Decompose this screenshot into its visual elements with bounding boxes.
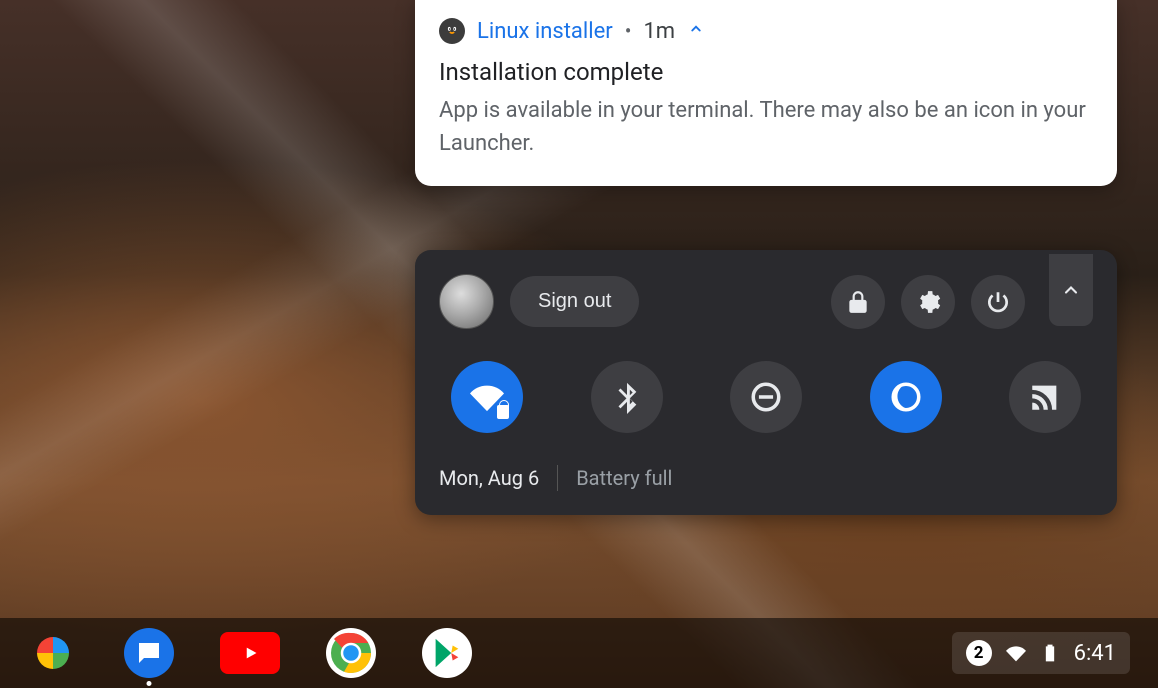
wifi-icon [1006,643,1026,663]
night-light-toggle[interactable] [870,361,942,433]
shelf-apps [28,628,472,678]
quick-settings-status: Mon, Aug 6 Battery full [415,453,1117,515]
cast-icon [1028,380,1062,414]
app-photos[interactable] [28,628,78,678]
shelf: 2 6:41 [0,618,1158,688]
battery-status-label: Battery full [576,466,672,490]
notification-body: App is available in your terminal. There… [439,94,1093,160]
clock-time: 6:41 [1074,641,1116,666]
notification-title: Installation complete [439,58,1093,86]
notification-card[interactable]: Linux installer • 1m Installation comple… [415,0,1117,186]
notification-header: Linux installer • 1m [439,18,1093,44]
status-tray[interactable]: 2 6:41 [952,632,1130,674]
notification-count-badge: 2 [966,640,992,666]
expand-handle[interactable] [1049,254,1093,326]
notification-app-name: Linux installer [477,19,613,44]
cast-toggle[interactable] [1009,361,1081,433]
app-messages[interactable] [124,628,174,678]
separator [557,465,558,491]
chrome-icon [327,629,375,677]
gear-icon [915,289,941,315]
quick-settings-top-row: Sign out [415,250,1117,341]
user-avatar[interactable] [439,274,494,329]
messages-icon [134,638,164,668]
do-not-disturb-icon [749,380,783,414]
chevron-up-icon [1061,280,1081,300]
chevron-up-icon[interactable] [687,20,705,42]
date-label: Mon, Aug 6 [439,466,539,490]
app-youtube[interactable] [220,632,280,674]
bluetooth-toggle[interactable] [591,361,663,433]
settings-button[interactable] [901,275,955,329]
youtube-icon [237,640,263,666]
power-icon [985,289,1011,315]
battery-charging-icon [1040,643,1060,663]
bluetooth-icon [610,380,644,414]
play-store-icon [430,636,464,670]
moon-icon [889,380,923,414]
lock-button[interactable] [831,275,885,329]
quick-settings-toggles [415,341,1117,453]
running-indicator [147,681,152,686]
photos-icon [29,629,77,677]
do-not-disturb-toggle[interactable] [730,361,802,433]
separator-dot: • [625,19,632,43]
sign-out-button[interactable]: Sign out [510,276,639,327]
app-chrome[interactable] [326,628,376,678]
quick-settings-panel: Sign out Mon, Aug [415,250,1117,515]
power-button[interactable] [971,275,1025,329]
wifi-secure-lock-icon [497,405,509,419]
lock-icon [845,289,871,315]
wifi-toggle[interactable] [451,361,523,433]
notification-time: 1m [643,19,675,44]
linux-penguin-icon [439,18,465,44]
app-play-store[interactable] [422,628,472,678]
